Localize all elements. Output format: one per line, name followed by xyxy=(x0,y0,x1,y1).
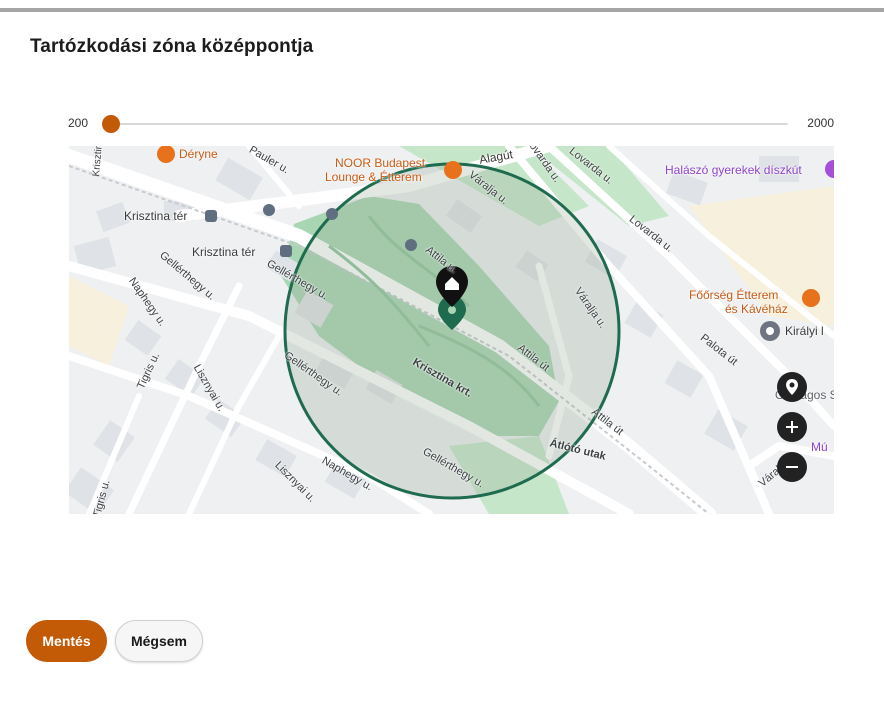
map-label-krisztina-ter-2: Krisztina tér xyxy=(192,245,256,259)
radius-slider[interactable]: 200 2000 xyxy=(68,113,834,135)
map[interactable]: Déryne NOOR Budapest Lounge & Étterem Al… xyxy=(69,146,834,514)
slider-thumb[interactable] xyxy=(102,115,120,133)
window-top-bar xyxy=(0,0,884,12)
slider-track[interactable] xyxy=(110,123,788,125)
map-label-mu: Mú xyxy=(811,440,828,454)
zoom-in-button[interactable] xyxy=(777,412,807,442)
map-label-foorseg-1: Főőrség Étterem xyxy=(689,288,779,302)
map-label-krisztina-ter-1: Krisztina tér xyxy=(124,209,188,223)
page-title: Tartózkodási zóna középpontja xyxy=(30,36,314,57)
map-base xyxy=(69,146,834,514)
map-label-foorseg-2: és Kávéház xyxy=(725,302,788,316)
map-label-deryne: Déryne xyxy=(179,147,218,161)
map-label-kiralyi: Királyi l xyxy=(785,324,824,338)
zoom-out-button[interactable] xyxy=(777,452,807,482)
minus-icon xyxy=(785,460,799,474)
slider-min-label: 200 xyxy=(68,116,89,130)
map-label-halaszo: Halászó gyerekek díszkút xyxy=(665,163,802,177)
map-label-noor-1: NOOR Budapest xyxy=(335,156,426,170)
recenter-button[interactable] xyxy=(777,372,807,402)
location-pin-icon xyxy=(783,378,801,396)
map-label-noor-2: Lounge & Étterem xyxy=(325,170,422,184)
slider-max-label: 2000 xyxy=(807,116,834,130)
plus-icon xyxy=(785,420,799,434)
save-button[interactable]: Mentés xyxy=(26,620,107,662)
cancel-button[interactable]: Mégsem xyxy=(115,620,203,662)
